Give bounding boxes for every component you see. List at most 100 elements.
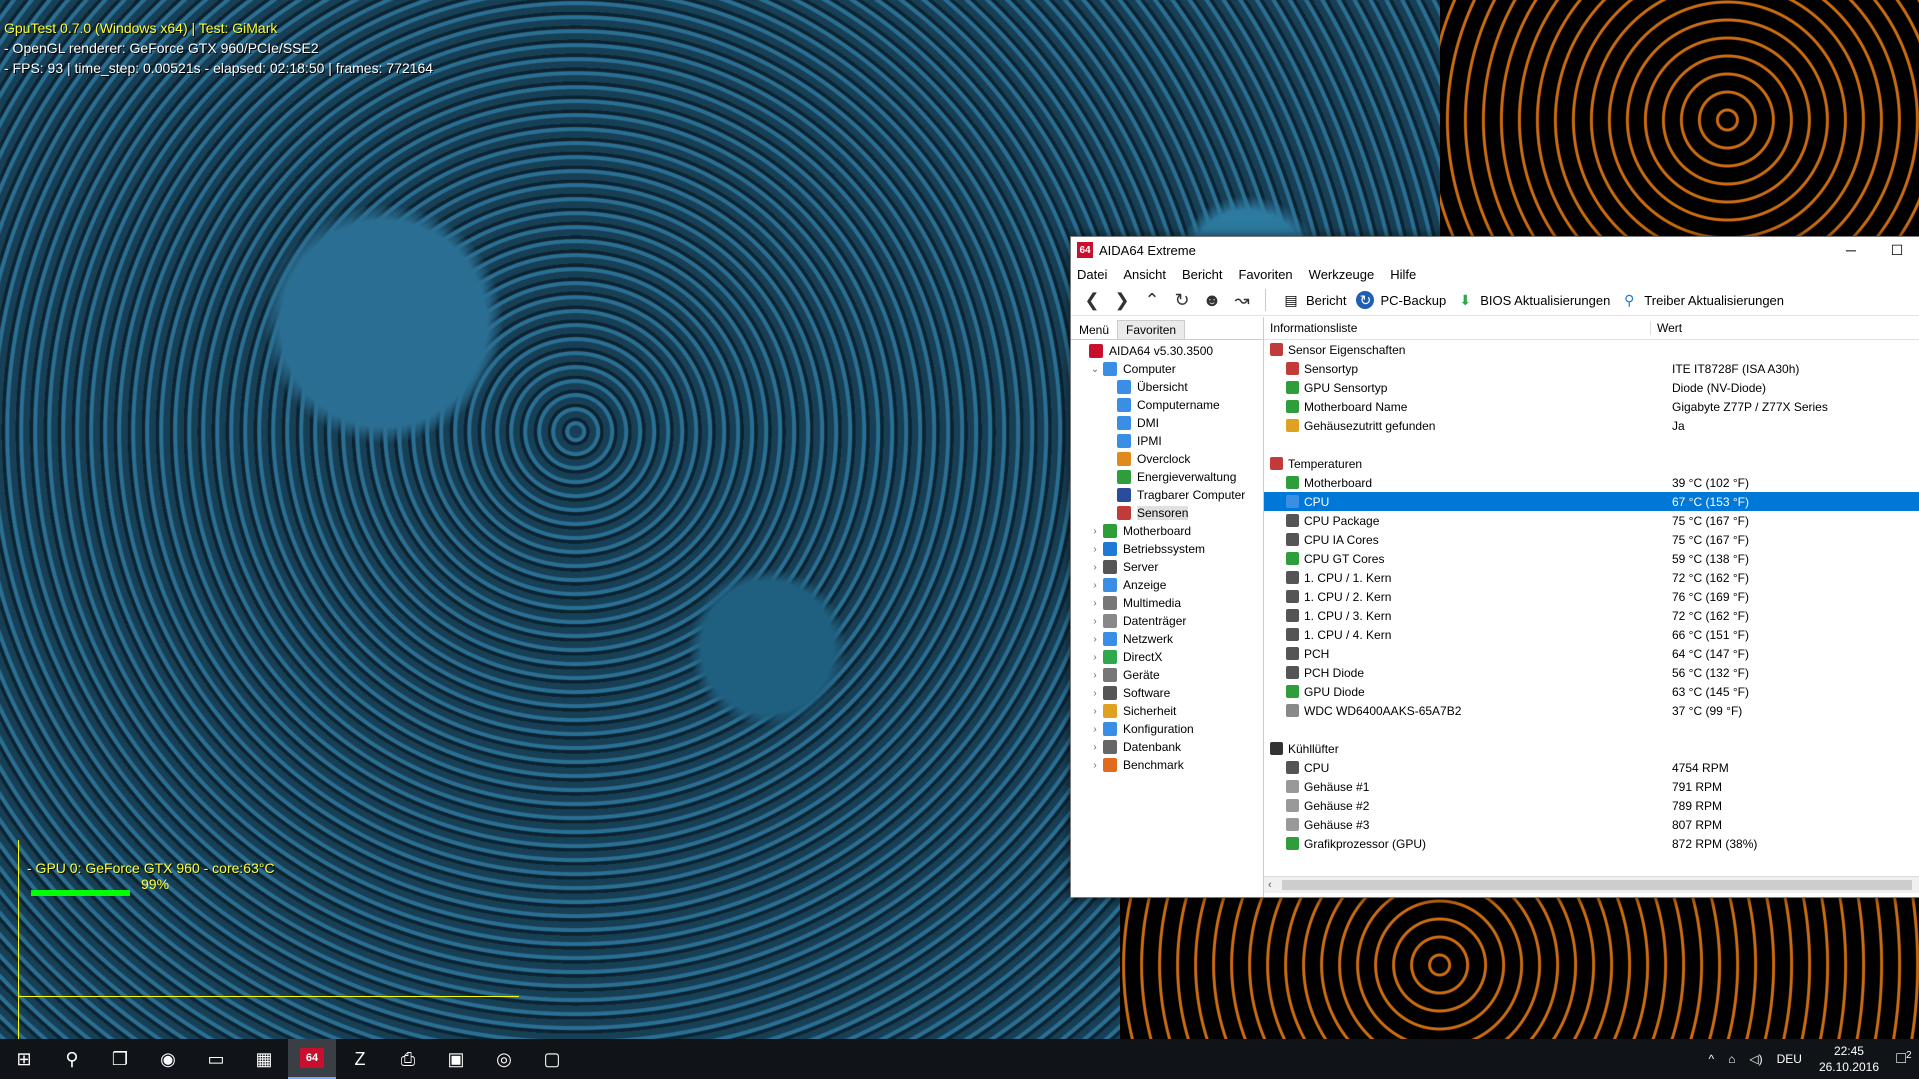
list-item[interactable]: 1. CPU / 1. Kern 72 °C (162 °F) (1264, 568, 1919, 587)
tree-item[interactable]: › Datenbank (1071, 738, 1263, 756)
chrome-app[interactable]: ◉ (144, 1039, 192, 1079)
tray-chevron-icon[interactable]: ^ (1708, 1052, 1714, 1066)
bericht-button[interactable]: ▤ Bericht (1282, 291, 1346, 309)
list-item[interactable]: 1. CPU / 3. Kern 72 °C (162 °F) (1264, 606, 1919, 625)
tree-item[interactable]: Übersicht (1071, 378, 1263, 396)
chart-icon[interactable]: ↝ (1229, 288, 1255, 312)
tree-item[interactable]: › Konfiguration (1071, 720, 1263, 738)
notification-center-icon[interactable]: □ 2 (1889, 1050, 1919, 1068)
tree-expander-icon[interactable]: › (1089, 616, 1101, 627)
tree-item[interactable]: IPMI (1071, 432, 1263, 450)
list-item[interactable]: Gehäusezutritt gefunden Ja (1264, 416, 1919, 435)
list-item[interactable]: Gehäuse #2 789 RPM (1264, 796, 1919, 815)
gputest-app[interactable]: ◎ (480, 1039, 528, 1079)
list-item[interactable]: Gehäuse #3 807 RPM (1264, 815, 1919, 834)
tree-item[interactable]: DMI (1071, 414, 1263, 432)
tree-expander-icon[interactable]: ⌄ (1089, 364, 1101, 375)
explorer-app[interactable]: ▭ (192, 1039, 240, 1079)
list-item[interactable]: PCH Diode 56 °C (132 °F) (1264, 663, 1919, 682)
list-item[interactable]: CPU IA Cores 75 °C (167 °F) (1264, 530, 1919, 549)
menu-bericht[interactable]: Bericht (1182, 267, 1222, 282)
tree-expander-icon[interactable]: › (1089, 652, 1101, 663)
tree-expander-icon[interactable]: › (1089, 724, 1101, 735)
tree-expander-icon[interactable]: › (1089, 706, 1101, 717)
list-item[interactable]: CPU 67 °C (153 °F) (1264, 492, 1919, 511)
list-section-header[interactable]: Kühllüfter (1264, 739, 1919, 758)
aida64-app[interactable]: 64 (288, 1039, 336, 1079)
list-section-header[interactable]: Sensor Eigenschaften (1264, 340, 1919, 359)
tree-item[interactable]: Overclock (1071, 450, 1263, 468)
tree-item[interactable]: › Anzeige (1071, 576, 1263, 594)
list-item[interactable]: GPU Diode 63 °C (145 °F) (1264, 682, 1919, 701)
menu-favoriten[interactable]: Favoriten (1238, 267, 1292, 282)
list-item[interactable]: WDC WD6400AAKS-65A7B2 37 °C (99 °F) (1264, 701, 1919, 720)
tree-item[interactable]: › Netzwerk (1071, 630, 1263, 648)
tree-item[interactable]: Energieverwaltung (1071, 468, 1263, 486)
column-header-info[interactable]: Informationsliste (1264, 321, 1651, 335)
list-item[interactable]: GPU Sensortyp Diode (NV-Diode) (1264, 378, 1919, 397)
gpuz-app[interactable]: Z (336, 1039, 384, 1079)
menu-ansicht[interactable]: Ansicht (1123, 267, 1166, 282)
tree-item[interactable]: Computername (1071, 396, 1263, 414)
tree-item[interactable]: › Datenträger (1071, 612, 1263, 630)
menu-werkzeuge[interactable]: Werkzeuge (1309, 267, 1375, 282)
tree-item[interactable]: Sensoren (1071, 504, 1263, 522)
column-header-value[interactable]: Wert (1651, 321, 1682, 335)
minimize-button[interactable]: ─ (1828, 242, 1874, 259)
tree-expander-icon[interactable]: › (1089, 562, 1101, 573)
back-icon[interactable]: ❮ (1079, 288, 1105, 312)
tree-expander-icon[interactable]: › (1089, 670, 1101, 681)
menu-datei[interactable]: Datei (1077, 267, 1107, 282)
tree-item[interactable]: › Sicherheit (1071, 702, 1263, 720)
list-item[interactable]: Motherboard Name Gigabyte Z77P / Z77X Ser… (1264, 397, 1919, 416)
tree-item[interactable]: ⌄ Computer (1071, 360, 1263, 378)
window-app[interactable]: ▢ (528, 1039, 576, 1079)
list-item[interactable]: Sensortyp ITE IT8728F (ISA A30h) (1264, 359, 1919, 378)
tree-item[interactable]: › Geräte (1071, 666, 1263, 684)
search-button[interactable]: ⚲ (48, 1039, 96, 1079)
tab-menu[interactable]: Menü (1071, 321, 1118, 339)
tree-expander-icon[interactable]: › (1089, 598, 1101, 609)
list-item[interactable]: 1. CPU / 4. Kern 66 °C (151 °F) (1264, 625, 1919, 644)
tab-favoriten[interactable]: Favoriten (1117, 320, 1186, 339)
network-icon[interactable]: ⌂ (1728, 1052, 1735, 1066)
list-item[interactable]: CPU GT Cores 59 °C (138 °F) (1264, 549, 1919, 568)
tree-item[interactable]: › Motherboard (1071, 522, 1263, 540)
start-button[interactable]: ⊞ (0, 1039, 48, 1079)
driver-update-button[interactable]: ⚲ Treiber Aktualisierungen (1620, 291, 1784, 309)
up-icon[interactable]: ⌃ (1139, 288, 1165, 312)
list-item[interactable]: Gehäuse #1 791 RPM (1264, 777, 1919, 796)
tree-item[interactable]: AIDA64 v5.30.3500 (1071, 342, 1263, 360)
volume-icon[interactable]: ◁) (1749, 1052, 1762, 1066)
tree-expander-icon[interactable]: › (1089, 634, 1101, 645)
list-item[interactable]: 1. CPU / 2. Kern 76 °C (169 °F) (1264, 587, 1919, 606)
forward-icon[interactable]: ❯ (1109, 288, 1135, 312)
tree-expander-icon[interactable]: › (1089, 544, 1101, 555)
tree-item[interactable]: › Benchmark (1071, 756, 1263, 774)
tree-item[interactable]: › Server (1071, 558, 1263, 576)
tree-expander-icon[interactable]: › (1089, 580, 1101, 591)
clock[interactable]: 22:45 26.10.2016 (1819, 1043, 1879, 1075)
cpu-app[interactable]: ▣ (432, 1039, 480, 1079)
scrollbar-thumb[interactable] (1282, 880, 1912, 890)
list-item[interactable]: Motherboard 39 °C (102 °F) (1264, 473, 1919, 492)
tree-expander-icon[interactable]: › (1089, 688, 1101, 699)
menu-hilfe[interactable]: Hilfe (1390, 267, 1416, 282)
language-indicator[interactable]: DEU (1777, 1052, 1802, 1066)
horizontal-scrollbar[interactable]: ‹ (1264, 876, 1919, 893)
printer-app[interactable]: ⎙ (384, 1039, 432, 1079)
pc-backup-button[interactable]: ↻ PC-Backup (1356, 291, 1446, 309)
list-item[interactable]: Grafikprozessor (GPU) 872 RPM (38%) (1264, 834, 1919, 853)
maximize-button[interactable]: ☐ (1874, 242, 1919, 259)
list-item[interactable]: CPU 4754 RPM (1264, 758, 1919, 777)
tree-expander-icon[interactable]: › (1089, 742, 1101, 753)
list-section-header[interactable]: Temperaturen (1264, 454, 1919, 473)
title-bar[interactable]: 64 AIDA64 Extreme ─ ☐ (1071, 237, 1919, 263)
task-view-button[interactable]: ❐ (96, 1039, 144, 1079)
list-item[interactable]: PCH 64 °C (147 °F) (1264, 644, 1919, 663)
tree-item[interactable]: › Multimedia (1071, 594, 1263, 612)
tree-item[interactable]: Tragbarer Computer (1071, 486, 1263, 504)
scroll-left-icon[interactable]: ‹ (1264, 879, 1272, 891)
list-item[interactable]: CPU Package 75 °C (167 °F) (1264, 511, 1919, 530)
gallery-app[interactable]: ▦ (240, 1039, 288, 1079)
